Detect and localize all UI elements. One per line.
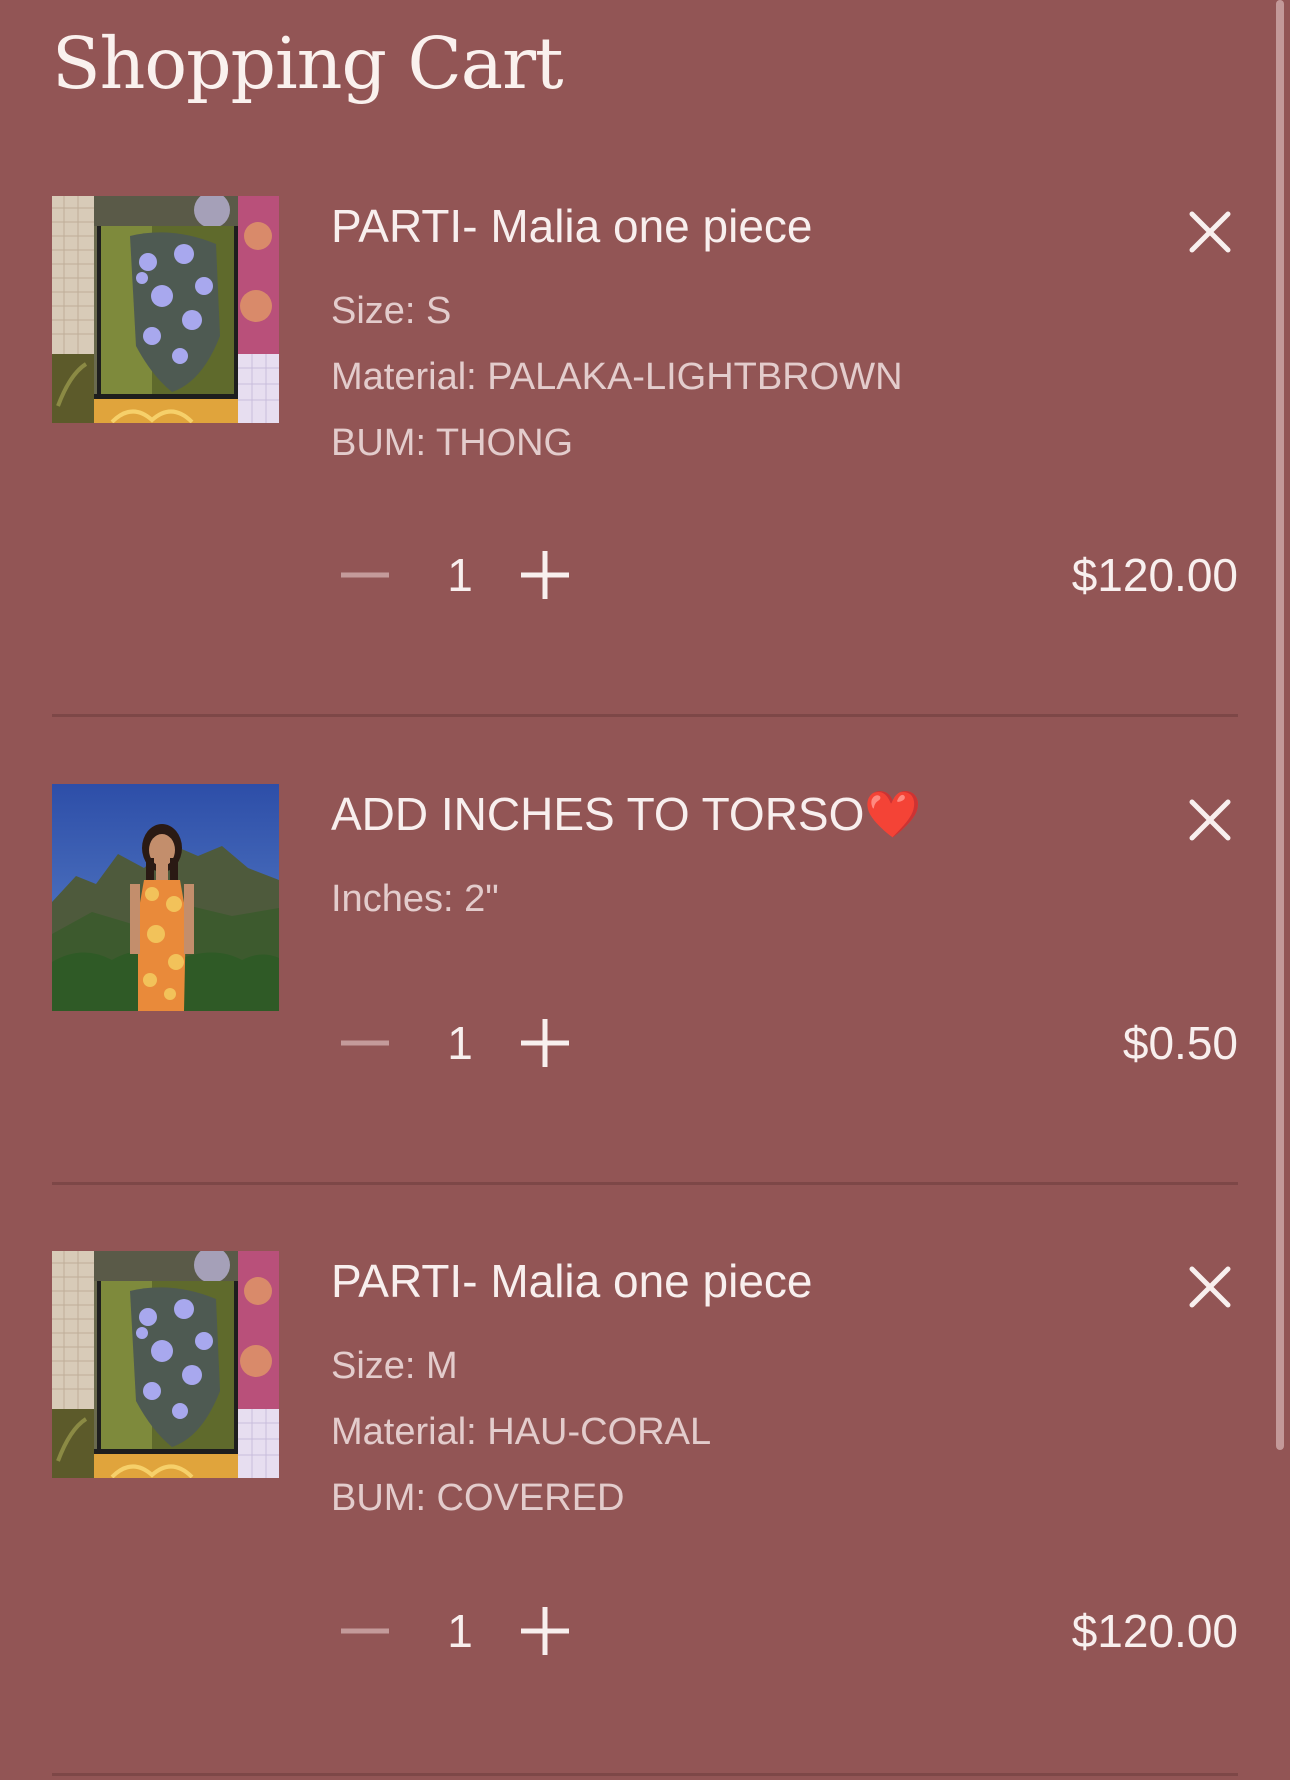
model-photo-image bbox=[52, 784, 279, 1011]
product-thumbnail[interactable] bbox=[52, 784, 279, 1011]
line-item-price: $120.00 bbox=[1071, 549, 1238, 601]
swimsuit-collage-image bbox=[52, 1251, 279, 1478]
plus-icon bbox=[521, 1607, 569, 1655]
minus-icon bbox=[341, 1628, 389, 1634]
product-option: BUM: THONG bbox=[331, 422, 574, 464]
close-icon bbox=[1189, 1266, 1231, 1308]
plus-icon bbox=[521, 1019, 569, 1067]
close-icon bbox=[1189, 799, 1231, 841]
remove-item-button[interactable] bbox=[1182, 204, 1238, 260]
quantity-stepper: 1 $120.00 bbox=[331, 1596, 1238, 1666]
plus-icon bbox=[521, 551, 569, 599]
increase-quantity-button[interactable] bbox=[511, 1596, 581, 1666]
minus-icon bbox=[341, 1040, 389, 1046]
decrease-quantity-button[interactable] bbox=[331, 1596, 401, 1666]
product-option: Material: PALAKA-LIGHTBROWN bbox=[331, 356, 903, 398]
scrollbar[interactable] bbox=[1276, 0, 1284, 1450]
line-item-price: $120.00 bbox=[1071, 1605, 1238, 1657]
quantity-value[interactable]: 1 bbox=[435, 1596, 485, 1666]
quantity-value[interactable]: 1 bbox=[435, 1008, 485, 1078]
item-divider bbox=[52, 1182, 1238, 1185]
product-thumbnail[interactable] bbox=[52, 196, 279, 423]
item-divider bbox=[52, 714, 1238, 717]
remove-item-button[interactable] bbox=[1182, 792, 1238, 848]
product-thumbnail[interactable] bbox=[52, 1251, 279, 1478]
product-title[interactable]: PARTI- Malia one piece bbox=[331, 196, 813, 256]
quantity-stepper: 1 $0.50 bbox=[331, 1008, 1238, 1078]
close-icon bbox=[1189, 211, 1231, 253]
quantity-value[interactable]: 1 bbox=[435, 540, 485, 610]
decrease-quantity-button[interactable] bbox=[331, 540, 401, 610]
product-title[interactable]: PARTI- Malia one piece bbox=[331, 1251, 813, 1311]
increase-quantity-button[interactable] bbox=[511, 1008, 581, 1078]
quantity-stepper: 1 $120.00 bbox=[331, 540, 1238, 610]
product-option: BUM: COVERED bbox=[331, 1477, 625, 1519]
product-title[interactable]: ADD INCHES TO TORSO❤️ bbox=[331, 784, 922, 844]
product-option: Inches: 2" bbox=[331, 878, 499, 920]
product-option: Material: HAU-CORAL bbox=[331, 1411, 712, 1453]
item-divider bbox=[52, 1773, 1238, 1776]
line-item-price: $0.50 bbox=[1122, 1017, 1238, 1069]
remove-item-button[interactable] bbox=[1182, 1259, 1238, 1315]
swimsuit-collage-image bbox=[52, 196, 279, 423]
minus-icon bbox=[341, 572, 389, 578]
decrease-quantity-button[interactable] bbox=[331, 1008, 401, 1078]
page-title: Shopping Cart bbox=[52, 22, 564, 105]
product-option: Size: S bbox=[331, 290, 452, 332]
product-option: Size: M bbox=[331, 1345, 458, 1387]
increase-quantity-button[interactable] bbox=[511, 540, 581, 610]
